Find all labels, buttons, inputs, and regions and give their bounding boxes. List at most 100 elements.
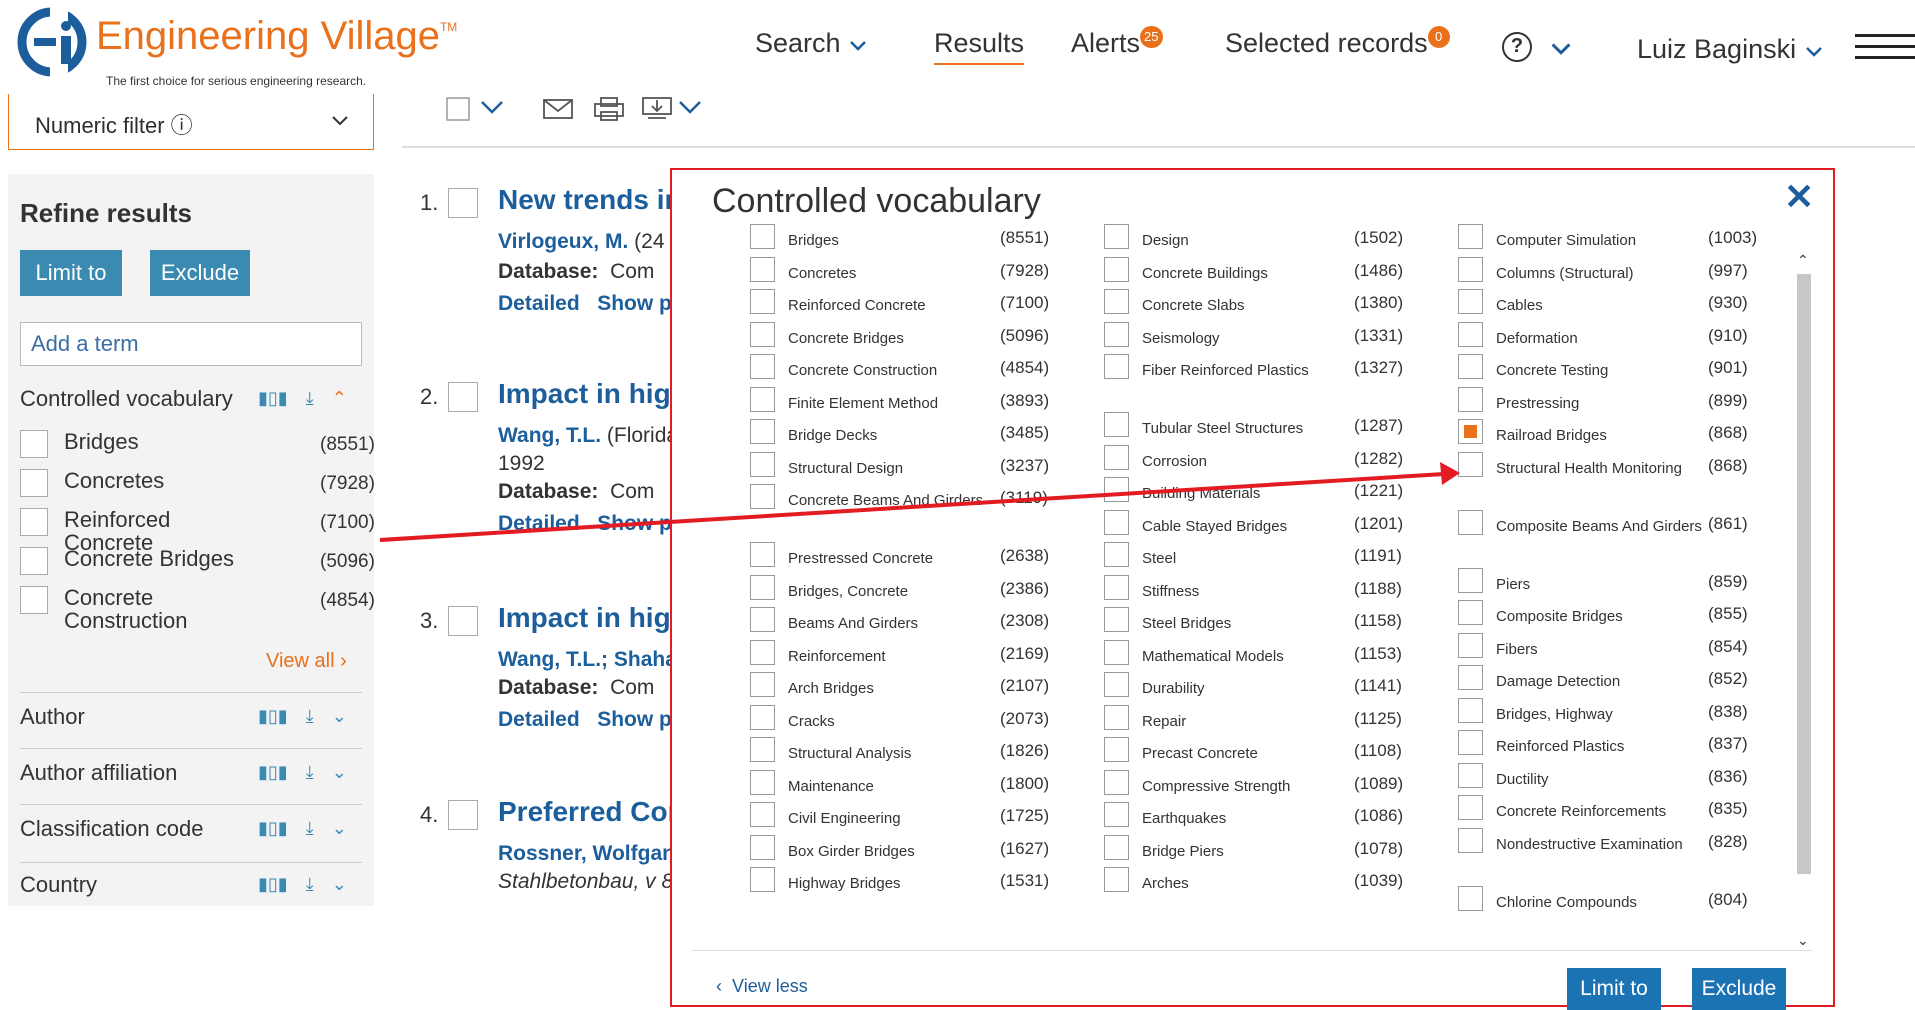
download-icon[interactable] [640, 94, 674, 122]
vocab-checkbox[interactable] [750, 867, 775, 892]
vocab-checkbox[interactable] [1458, 224, 1483, 249]
bar-chart-icon[interactable]: ▮▯▮ [258, 388, 288, 409]
select-chevron-down-icon[interactable] [476, 94, 510, 122]
vocab-checkbox[interactable] [1458, 762, 1483, 788]
show-preview-link[interactable]: Show p [597, 708, 672, 731]
close-icon[interactable]: ✕ [1784, 176, 1814, 218]
chevron-up-icon[interactable]: ⌃ [332, 388, 347, 409]
vocab-checkbox[interactable] [1458, 256, 1483, 282]
vocab-checkbox[interactable] [750, 672, 775, 697]
vocab-checkbox[interactable] [1458, 600, 1483, 625]
author-link[interactable]: Rossner, Wolfgan [498, 842, 675, 865]
bar-chart-icon[interactable]: ▮▯▮ [258, 706, 288, 727]
download-icon[interactable]: ⤓ [306, 388, 314, 409]
nav-results[interactable]: Results [934, 28, 1025, 65]
result-title[interactable]: Preferred Con [498, 796, 685, 828]
download-chevron-down-icon[interactable] [674, 94, 708, 122]
vocab-checkbox[interactable] [1104, 737, 1129, 762]
vocab-checkbox[interactable] [1104, 509, 1129, 535]
scroll-up-icon[interactable]: ⌃ [1797, 252, 1809, 269]
vocab-checkbox[interactable] [750, 769, 775, 795]
vocab-checkbox[interactable] [1104, 256, 1129, 282]
result-title[interactable]: New trends in [498, 184, 682, 216]
author-link[interactable]: Virlogeux, M. [498, 230, 628, 253]
result-checkbox[interactable] [448, 606, 478, 636]
chevron-down-icon[interactable]: ⌄ [332, 874, 347, 895]
vocab-checkbox[interactable] [1458, 632, 1483, 658]
vocab-checkbox[interactable] [750, 354, 775, 379]
print-icon[interactable] [592, 94, 626, 122]
author-link[interactable]: Wang, T.L. [498, 424, 601, 447]
modal-exclude-button[interactable]: Exclude [1692, 968, 1786, 1010]
vocab-checkbox[interactable] [750, 834, 775, 860]
checkbox[interactable] [20, 586, 48, 614]
nav-selected-records[interactable]: Selected records 0 [1225, 26, 1450, 59]
author-link[interactable]: Wang, T.L.; Shaha [498, 648, 677, 671]
vocab-checkbox[interactable] [1458, 321, 1483, 347]
vocab-checkbox[interactable] [1458, 567, 1483, 593]
result-title[interactable]: Impact in high [498, 602, 688, 634]
hamburger-menu-icon[interactable] [1855, 34, 1915, 60]
vocab-checkbox[interactable] [1104, 769, 1129, 795]
help-icon[interactable]: ? [1502, 32, 1532, 62]
facet-country[interactable]: Country [20, 872, 97, 898]
download-icon[interactable]: ⤓ [306, 706, 314, 727]
vocab-checkbox[interactable] [750, 256, 775, 282]
vocab-checkbox[interactable] [750, 484, 775, 509]
exclude-button[interactable]: Exclude [150, 250, 250, 296]
detailed-link[interactable]: Detailed [498, 292, 580, 315]
vocab-checkbox[interactable] [750, 737, 775, 762]
vocab-checkbox[interactable] [750, 451, 775, 477]
vocab-checkbox[interactable] [1104, 412, 1129, 437]
vocab-checkbox[interactable] [1104, 224, 1129, 249]
facet-author[interactable]: Author [20, 704, 85, 730]
vocab-checkbox[interactable] [750, 224, 775, 249]
vocab-checkbox[interactable] [1104, 639, 1129, 665]
vocab-checkbox[interactable] [1104, 834, 1129, 860]
add-term-input[interactable]: Add a term [20, 322, 362, 366]
vocab-checkbox[interactable] [1458, 354, 1483, 379]
user-menu[interactable]: Luiz Baginski [1637, 34, 1824, 65]
limit-to-button[interactable]: Limit to [20, 250, 122, 296]
vocab-checkbox[interactable] [1458, 827, 1483, 853]
facet-controlled-vocabulary[interactable]: Controlled vocabulary [20, 386, 233, 412]
result-checkbox[interactable] [448, 800, 478, 830]
nav-search[interactable]: Search [755, 28, 868, 59]
email-icon[interactable] [542, 94, 576, 122]
view-all-link[interactable]: View all › [266, 650, 347, 673]
bar-chart-icon[interactable]: ▮▯▮ [258, 818, 288, 839]
detailed-link[interactable]: Detailed [498, 708, 580, 731]
vocab-checkbox[interactable] [750, 386, 775, 412]
vocab-checkbox[interactable] [1458, 509, 1483, 535]
vocab-checkbox[interactable] [750, 607, 775, 632]
select-all-checkbox-icon[interactable] [446, 94, 480, 122]
vocab-checkbox[interactable] [1104, 574, 1129, 600]
vocab-checkbox[interactable] [750, 802, 775, 827]
vocab-checkbox[interactable] [750, 419, 775, 444]
checkbox[interactable] [20, 469, 48, 497]
vocab-checkbox[interactable] [750, 289, 775, 314]
chevron-down-icon[interactable]: ⌄ [332, 706, 347, 727]
vocab-checkbox[interactable] [750, 639, 775, 665]
vocab-checkbox[interactable] [1458, 697, 1483, 723]
scroll-thumb[interactable] [1797, 274, 1811, 874]
vocab-checkbox[interactable] [1458, 451, 1483, 477]
modal-scrollbar[interactable]: ⌃ ⌄ [1794, 252, 1814, 952]
vocab-checkbox[interactable] [1104, 542, 1129, 567]
numeric-filter-dropdown[interactable]: Numeric filter ⓘ [8, 94, 374, 150]
scroll-down-icon[interactable]: ⌄ [1797, 932, 1809, 949]
vocab-checkbox[interactable] [1104, 607, 1129, 632]
bar-chart-icon[interactable]: ▮▯▮ [258, 874, 288, 895]
checkbox[interactable] [20, 547, 48, 575]
chevron-down-icon[interactable]: ⌄ [332, 762, 347, 783]
vocab-checkbox[interactable] [1104, 354, 1129, 379]
facet-classification-code[interactable]: Classification code [20, 816, 203, 842]
checkbox[interactable] [20, 430, 48, 458]
checkbox[interactable] [20, 508, 48, 536]
show-preview-link[interactable]: Show p [597, 292, 672, 315]
chevron-down-icon[interactable]: ⌄ [332, 818, 347, 839]
vocab-checkbox[interactable] [750, 704, 775, 730]
result-checkbox[interactable] [448, 382, 478, 412]
vocab-checkbox[interactable] [1458, 289, 1483, 314]
view-less-link[interactable]: ‹ View less [716, 976, 808, 997]
